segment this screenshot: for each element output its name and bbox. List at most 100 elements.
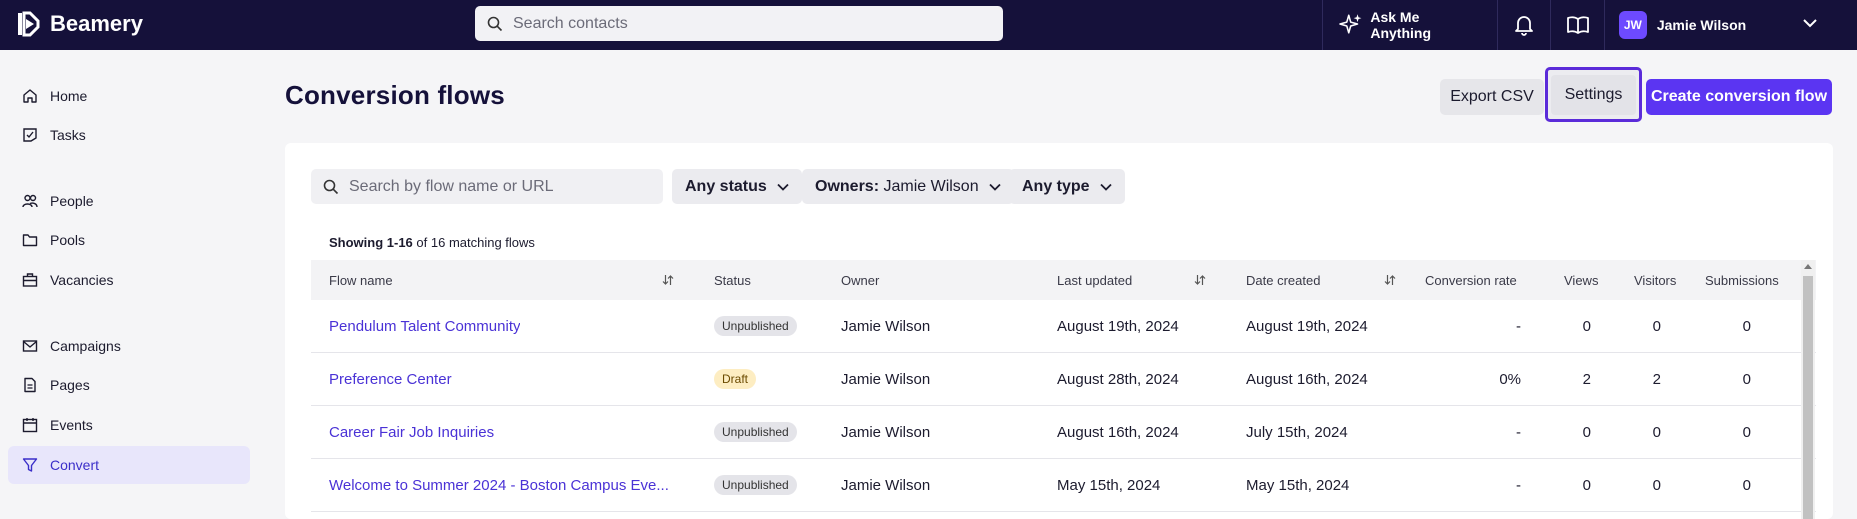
sidebar: Home Tasks People Pools Vacancies Campai… [0,50,258,519]
beamery-logo[interactable]: Beamery [16,10,143,38]
sidebar-item-people[interactable]: People [8,182,250,220]
owner-cell: Jamie Wilson [841,317,931,335]
page-icon [24,377,36,393]
mail-icon [22,340,38,352]
ask-me-anything-label: Ask Me Anything [1370,9,1432,41]
conversion-rate-cell: - [1516,423,1521,441]
visitors-cell: 0 [1652,317,1661,335]
flow-name-cell: Welcome to Summer 2024 - Boston Campus E… [329,459,679,511]
owner-cell: Jamie Wilson [841,370,931,388]
column-date-created[interactable]: Date created [1246,273,1396,288]
top-bar: Beamery Ask Me Anything JW Jamie Wilson [0,0,1857,50]
sidebar-item-tasks[interactable]: Tasks [8,116,250,154]
results-range: Showing 1-16 [329,235,413,250]
status-filter[interactable]: Any status [672,169,802,204]
create-conversion-flow-button[interactable]: Create conversion flow [1646,79,1832,115]
sidebar-item-pools[interactable]: Pools [8,221,250,259]
owner-cell: Jamie Wilson [841,476,931,494]
chevron-down-icon [1099,183,1112,191]
sidebar-item-label: Pages [50,377,90,393]
table-row[interactable]: Preference Center Draft Jamie Wilson Aug… [311,353,1816,406]
owner-cell: Jamie Wilson [841,423,931,441]
sidebar-item-convert[interactable]: Convert [8,446,250,484]
column-label: Flow name [329,272,393,288]
column-owner: Owner [841,272,880,288]
flow-search[interactable] [311,169,663,204]
flow-search-input[interactable] [349,177,649,196]
last-updated-cell: August 19th, 2024 [1057,317,1179,335]
date-created-cell: May 15th, 2024 [1246,476,1350,494]
contacts-search[interactable] [475,6,1003,41]
table-row[interactable]: Career Fair Job Inquiries Unpublished Ja… [311,406,1816,459]
submissions-cell: 0 [1742,317,1751,335]
export-csv-button[interactable]: Export CSV [1440,79,1544,115]
views-cell: 0 [1582,423,1591,441]
user-menu[interactable]: JW Jamie Wilson [1605,0,1857,50]
sort-icon [662,275,674,285]
status-filter-label: Any status [685,177,767,195]
column-label: Last updated [1057,272,1133,288]
sidebar-item-label: Vacancies [50,272,114,288]
help-docs-button[interactable] [1551,0,1604,50]
type-filter[interactable]: Any type [1009,169,1125,204]
sidebar-item-label: Home [50,88,88,104]
contacts-search-input[interactable] [513,14,973,33]
status-badge: Unpublished [714,475,797,495]
flow-name-link[interactable]: Welcome to Summer 2024 - Boston Campus E… [329,477,669,494]
table-row[interactable]: Welcome to Summer 2024 - Boston Campus E… [311,459,1816,512]
scrollbar-thumb[interactable] [1803,276,1813,519]
date-created-cell: August 16th, 2024 [1246,370,1368,388]
avatar: JW [1618,11,1647,39]
book-icon [1566,16,1589,34]
flow-name-link[interactable]: Preference Center [329,371,452,388]
ask-me-anything-button[interactable]: Ask Me Anything [1323,0,1497,50]
sidebar-item-label: Convert [50,457,100,473]
folder-icon [22,234,38,247]
scroll-up-arrow-icon[interactable] [1804,264,1812,269]
table-row[interactable]: Pendulum Talent Community Unpublished Ja… [311,300,1816,353]
sort-icon [1194,275,1206,285]
people-icon [22,194,38,208]
page-title: Conversion flows [285,80,505,110]
results-suffix: of 16 matching flows [416,235,535,250]
column-last-updated[interactable]: Last updated [1057,273,1206,288]
status-cell: Unpublished [714,406,797,458]
status-badge: Unpublished [714,316,797,336]
flow-name-cell: Pendulum Talent Community [329,300,679,352]
user-name: Jamie Wilson [1656,17,1747,33]
settings-button[interactable]: Settings [1545,67,1642,122]
date-created-cell: July 15th, 2024 [1246,423,1348,441]
tasks-icon [23,128,37,142]
sidebar-item-campaigns[interactable]: Campaigns [8,327,250,365]
submissions-cell: 0 [1742,476,1751,494]
flow-name-cell: Preference Center [329,353,679,405]
type-filter-label: Any type [1022,177,1090,195]
sidebar-item-vacancies[interactable]: Vacancies [8,261,250,299]
table-scrollbar[interactable] [1801,260,1815,519]
conversion-rate-cell: - [1516,476,1521,494]
status-cell: Draft [714,353,757,405]
chevron-down-icon [1803,19,1817,28]
sidebar-item-events[interactable]: Events [8,406,250,444]
status-badge: Unpublished [714,422,797,442]
sidebar-item-label: Events [50,417,93,433]
owners-filter[interactable]: Owners: Jamie Wilson [802,169,1014,204]
sidebar-item-pages[interactable]: Pages [8,366,250,404]
sidebar-item-label: Pools [50,232,86,248]
sidebar-item-home[interactable]: Home [8,77,250,115]
flow-name-link[interactable]: Pendulum Talent Community [329,318,520,335]
sparkle-icon [1339,14,1362,34]
status-badge: Draft [714,369,757,389]
sidebar-item-label: People [50,193,94,209]
bell-icon [1514,16,1533,36]
conversion-rate-cell: 0% [1499,370,1521,388]
notifications-button[interactable] [1498,0,1551,50]
sidebar-item-label: Campaigns [50,338,121,354]
column-flow-name[interactable]: Flow name [329,273,674,288]
flow-name-link[interactable]: Career Fair Job Inquiries [329,424,494,441]
home-icon [23,89,37,103]
beamery-logo-icon [18,11,40,37]
visitors-cell: 0 [1652,476,1661,494]
owners-filter-value: Owners: Jamie Wilson [815,178,979,196]
column-status: Status [714,272,751,288]
